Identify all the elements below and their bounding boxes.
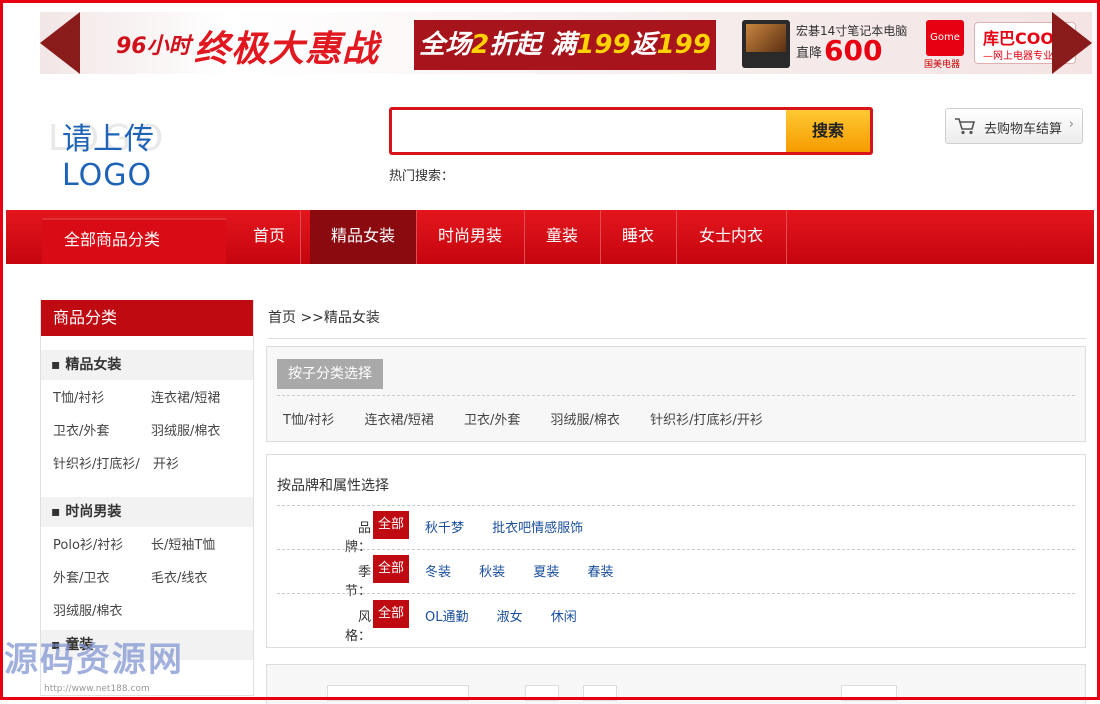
gome-subtitle: 国美电器 [924,60,961,70]
filter-options: 冬装 秋装 夏装 春装 [425,561,637,580]
sidebar-link[interactable]: 毛衣/线衣 [151,562,249,595]
filter-option[interactable]: 淑女 [497,610,523,625]
main-nav: 全部商品分类 首页 精品女装 时尚男装 童装 睡衣 女士内衣 [6,210,1094,264]
banner-right-arrow [1052,12,1092,74]
sidebar-link[interactable]: 开衫 [153,448,251,481]
site-logo[interactable]: LOGO 请上传 LOGO [48,104,224,193]
promo-text-a: 全场 [419,30,472,60]
sidebar-group-title[interactable]: ▪ 精品女装 [41,350,253,380]
laptop-price: 600 [824,34,883,67]
watermark-text: 源码资源网 [4,640,184,680]
subcategory-link[interactable]: T恤/衬衫 [283,413,334,428]
filter-option[interactable]: 春装 [587,565,613,580]
nav-item-lingerie[interactable]: 女士内衣 [676,210,787,264]
subcategory-tag: 按子分类选择 [277,359,383,389]
filter-option[interactable]: 休闲 [551,610,577,625]
gome-logo: Gome [926,20,964,56]
breadcrumb-current: 精品女装 [323,310,380,326]
attribute-filter-title: 按品牌和属性选择 [277,478,389,494]
sidebar-link[interactable]: 羽绒服/棉衣 [151,415,249,448]
sidebar-group-links: T恤/衬衫 连衣裙/短裙 卫衣/外套 羽绒服/棉衣 针织衫/打底衫/ 开衫 [41,380,253,481]
hot-search-label: 热门搜索： [389,169,455,184]
attribute-filter: 按品牌和属性选择 品牌： 全部 秋千梦 批衣吧情感服饰 季节： 全部 冬装 秋装… [266,454,1086,648]
divider [277,593,1075,594]
sidebar-group-label: 精品女装 [65,357,122,373]
all-categories-button[interactable]: 全部商品分类 [42,218,226,264]
promo-text-f: 199 [656,30,711,60]
nav-item-sleepwear[interactable]: 睡衣 [600,210,677,264]
logo-text: 请上传 LOGO [62,122,155,193]
sidebar-group-label: 时尚男装 [65,504,122,520]
search-box: 搜索 [389,107,873,155]
nav-item-mens[interactable]: 时尚男装 [416,210,525,264]
cart-icon [955,118,976,135]
filter-option[interactable]: 秋装 [479,565,505,580]
filter-all-button[interactable]: 全部 [373,555,409,583]
watermark-url: http://www.net188.com [44,684,150,694]
laptop-price-label: 直降 [796,46,823,61]
filter-options: OL通勤 淑女 休闲 [425,606,601,625]
sort-field[interactable] [327,685,469,701]
filter-label: 风格： [344,610,371,644]
filter-options: 秋千梦 批衣吧情感服饰 [425,517,607,536]
sort-field[interactable] [583,685,617,701]
promo-banner[interactable]: 96小时 终极大惠战 全场2折起 满199返199 宏碁14寸笔记本电脑 直降 … [40,12,1092,74]
filter-option[interactable]: 夏装 [533,565,559,580]
subcategory-link[interactable]: 针织衫/打底衫/开衫 [650,413,763,428]
sort-field[interactable] [841,685,897,701]
sidebar-link[interactable]: Polo衫/衬衫 [53,529,151,562]
nav-item-womens[interactable]: 精品女装 [310,210,417,264]
banner-left-arrow [40,12,80,74]
sidebar-link[interactable]: 长/短袖T恤 [151,529,249,562]
filter-row-style: 风格： 全部 OL通勤 淑女 休闲 [267,600,1085,644]
promo-text-b: 2 [471,30,490,60]
sidebar-link[interactable]: 卫衣/外套 [53,415,151,448]
sidebar-link[interactable]: T恤/衬衫 [53,382,151,415]
search-input[interactable] [396,114,796,148]
filter-row-season: 季节： 全部 冬装 秋装 夏装 春装 [267,555,1085,599]
filter-all-button[interactable]: 全部 [373,600,409,628]
promo-text-e: 返 [630,30,657,60]
cart-label: 去购物车结算 [984,122,1063,137]
banner-slogan: 终极大惠战 [194,29,380,70]
breadcrumb: 首页 >>精品女装 [268,307,380,327]
breadcrumb-divider [268,338,1086,339]
promo-text-c: 折起 满 [489,30,577,60]
laptop-image [742,20,790,68]
sort-bar [266,664,1086,704]
subcategory-link[interactable]: 卫衣/外套 [464,413,520,428]
promo-text-d: 199 [576,30,631,60]
sidebar-link[interactable]: 羽绒服/棉衣 [53,595,151,628]
nav-item-home[interactable]: 首页 [238,210,301,264]
sidebar-group-title[interactable]: ▪ 时尚男装 [41,497,253,527]
filter-all-button[interactable]: 全部 [373,511,409,539]
filter-option[interactable]: 批衣吧情感服饰 [492,521,583,536]
chevron-right-icon: › [1068,117,1074,132]
nav-item-kids[interactable]: 童装 [524,210,601,264]
sort-field[interactable] [525,685,559,701]
subcategory-link[interactable]: 羽绒服/棉衣 [551,413,620,428]
divider [277,395,1075,396]
filter-option[interactable]: OL通勤 [425,610,468,625]
divider [277,549,1075,550]
divider [277,505,1075,506]
search-button[interactable]: 搜索 [786,110,870,152]
sidebar-group-links: Polo衫/衬衫 长/短袖T恤 外套/卫衣 毛衣/线衣 羽绒服/棉衣 [41,527,253,628]
cart-checkout-button[interactable]: 去购物车结算 › [945,108,1083,144]
breadcrumb-separator: >> [300,310,324,326]
sidebar-title: 商品分类 [41,300,253,336]
breadcrumb-home[interactable]: 首页 [268,310,296,326]
filter-option[interactable]: 秋千梦 [425,521,464,536]
sidebar-link[interactable]: 外套/卫衣 [53,562,151,595]
subcategory-filter: 按子分类选择 T恤/衬衫 连衣裙/短裙 卫衣/外套 羽绒服/棉衣 针织衫/打底衫… [266,346,1086,442]
subcategory-link[interactable]: 连衣裙/短裙 [364,413,433,428]
banner-hours: 96小时 [116,34,191,59]
sidebar-link[interactable]: 针织衫/打底衫/ [53,448,153,481]
filter-row-brand: 品牌： 全部 秋千梦 批衣吧情感服饰 [267,511,1085,555]
banner-promo: 全场2折起 满199返199 [414,20,716,70]
filter-option[interactable]: 冬装 [425,565,451,580]
sidebar-link[interactable]: 连衣裙/短裙 [151,382,249,415]
subcategory-list: T恤/衬衫 连衣裙/短裙 卫衣/外套 羽绒服/棉衣 针织衫/打底衫/开衫 [283,409,789,428]
